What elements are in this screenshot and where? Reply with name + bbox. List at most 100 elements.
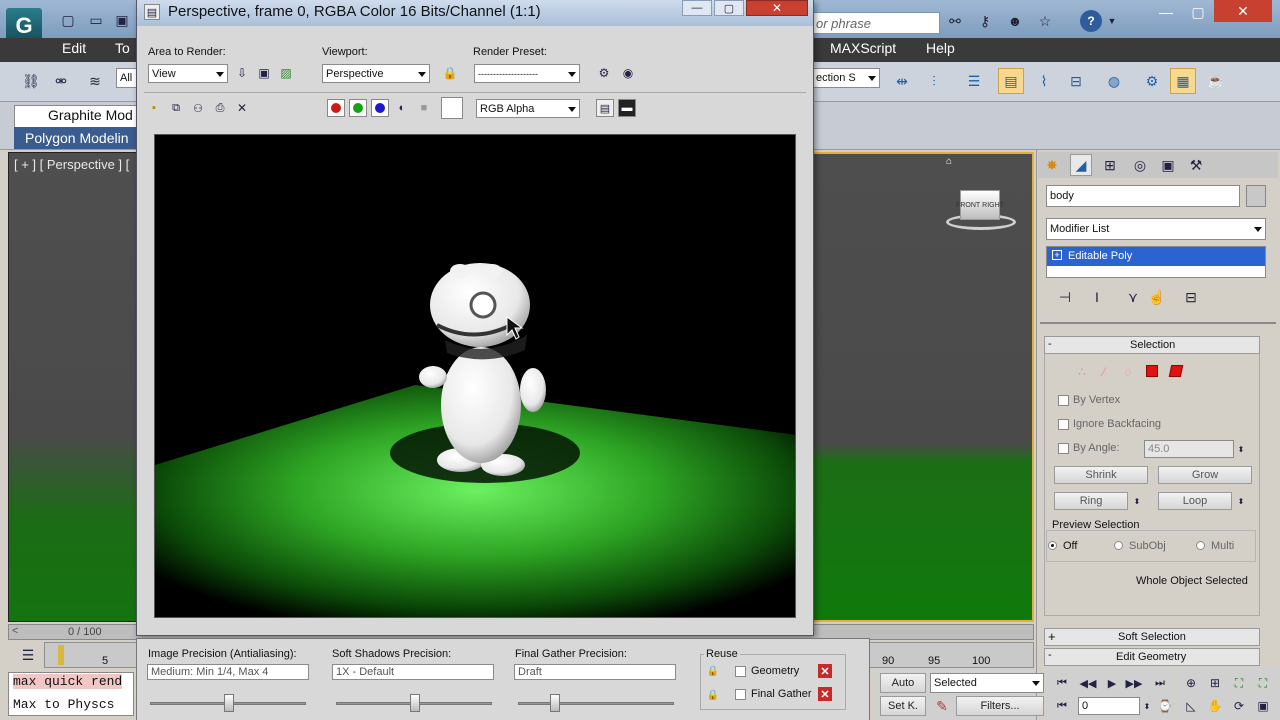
bind-space-warp-icon[interactable]: ≋ (84, 70, 106, 92)
rendered-image[interactable] (154, 134, 796, 618)
current-frame-field[interactable]: 0 (1078, 697, 1140, 715)
soft-shadows-field[interactable]: 1X - Default (332, 664, 494, 680)
render-icon[interactable]: ▨ (278, 65, 294, 81)
by-angle-checkbox[interactable] (1058, 443, 1069, 454)
render-close-icon[interactable]: ✕ (746, 0, 808, 16)
spinner-arrows-icon[interactable]: ⬍ (1236, 440, 1246, 458)
background-color-swatch[interactable] (441, 97, 463, 119)
zoom-all-icon[interactable]: ⊞ (1206, 674, 1224, 692)
frame-spinner-icon[interactable]: ⬍ (1142, 697, 1152, 715)
viewport-label[interactable]: [ + ] [ Perspective ] [ (14, 157, 129, 172)
curve-editor-icon[interactable]: ⌇ (1032, 70, 1056, 92)
hierarchy-tab-icon[interactable]: ⊞ (1100, 155, 1120, 175)
render-setup-small-icon[interactable]: ⚙ (596, 65, 612, 81)
utilities-tab-icon[interactable]: ⚒ (1186, 155, 1206, 175)
motion-tab-icon[interactable]: ◎ (1130, 155, 1150, 175)
area-to-render-dropdown[interactable]: View (148, 64, 228, 83)
go-to-start-icon[interactable]: ⏮ (1052, 674, 1072, 692)
play-icon[interactable]: ▶ (1102, 674, 1122, 692)
green-channel-toggle[interactable] (349, 99, 367, 117)
object-color-swatch[interactable] (1246, 185, 1266, 207)
modifier-list-dropdown[interactable]: Modifier List (1046, 218, 1266, 240)
mirror-icon[interactable]: ⇹ (890, 70, 914, 92)
reuse-final-gather-checkbox[interactable] (735, 689, 746, 700)
render-production-icon[interactable]: ☕ (1204, 70, 1228, 92)
ignore-backfacing-checkbox[interactable] (1058, 419, 1069, 430)
by-angle-spinner[interactable]: 45.0 (1144, 440, 1234, 458)
maximize-icon[interactable]: ▢ (1182, 2, 1214, 22)
render-maximize-icon[interactable]: ▢ (714, 0, 744, 16)
toggle-ui-icon[interactable]: ▬ (618, 99, 636, 117)
open-file-icon[interactable]: ▭ (86, 10, 106, 30)
auto-region-icon[interactable]: ▣ (256, 65, 272, 81)
schematic-view-icon[interactable]: ⊟ (1064, 70, 1088, 92)
preview-subobj-radio[interactable] (1114, 541, 1123, 550)
by-vertex-checkbox[interactable] (1058, 395, 1069, 406)
blue-channel-toggle[interactable] (371, 99, 389, 117)
element-mode-icon[interactable] (1168, 365, 1184, 377)
remove-modifier-icon[interactable]: ☝ (1148, 288, 1166, 306)
menu-maxscript[interactable]: MAXScript (830, 40, 896, 56)
trackbar-current-frame[interactable] (58, 645, 64, 665)
toggle-ribbon-icon[interactable]: ▤ (998, 68, 1024, 94)
soft-shadows-slider-thumb[interactable] (410, 694, 420, 712)
collapse-icon[interactable]: - (1048, 649, 1052, 661)
final-gather-slider-thumb[interactable] (550, 694, 560, 712)
lock-viewport-icon[interactable]: 🔒 (442, 65, 458, 81)
show-end-result-icon[interactable]: Ι (1088, 288, 1106, 306)
search-input[interactable]: or phrase (812, 12, 940, 34)
orbit-icon[interactable]: ⟳ (1230, 697, 1248, 715)
monochrome-icon[interactable]: ■ (416, 100, 432, 116)
viewport-left[interactable] (8, 152, 140, 622)
binoculars-icon[interactable]: ⚯ (944, 10, 966, 32)
make-unique-icon[interactable]: ⋎ (1124, 288, 1142, 306)
clear-icon[interactable]: ✕ (234, 100, 250, 116)
maximize-viewport-icon[interactable]: ▣ (1254, 697, 1272, 715)
viewport-select-dropdown[interactable]: Perspective (322, 64, 430, 83)
environment-icon[interactable]: ◉ (620, 65, 636, 81)
border-mode-icon[interactable]: ◌ (1120, 364, 1136, 380)
clear-final-gather-icon[interactable]: ✕ (818, 687, 832, 701)
render-preset-dropdown[interactable]: -------------------- (474, 64, 580, 83)
go-to-end-icon[interactable]: ⏭ (1150, 674, 1170, 692)
alpha-channel-icon[interactable]: ◐ (394, 100, 410, 116)
layer-manager-icon[interactable]: ☰ (962, 70, 986, 92)
home-icon[interactable]: ⌂ (942, 154, 956, 168)
zoom-extents-all-icon[interactable]: ⛶ (1254, 674, 1272, 692)
ring-spinner-icon[interactable]: ⬍ (1132, 492, 1142, 510)
menu-help[interactable]: Help (926, 40, 955, 56)
align-icon[interactable]: ⫶ (922, 70, 946, 92)
pin-stack-icon[interactable]: ⊣ (1056, 288, 1074, 306)
rendered-frame-icon[interactable]: ▦ (1170, 68, 1196, 94)
star-icon[interactable]: ☆ (1034, 10, 1056, 32)
collapse-icon[interactable]: - (1048, 338, 1052, 350)
image-precision-field[interactable]: Medium: Min 1/4, Max 4 (147, 664, 309, 680)
close-icon[interactable]: ✕ (1214, 0, 1272, 22)
loop-spinner-icon[interactable]: ⬍ (1236, 492, 1246, 510)
help-dropdown-icon[interactable]: ▼ (1106, 14, 1118, 28)
menu-edit[interactable]: Edit (62, 40, 86, 56)
pan-icon[interactable]: ✋ (1206, 697, 1224, 715)
selection-filter-dropdown[interactable]: All (116, 68, 138, 88)
grow-button[interactable]: Grow (1158, 466, 1252, 484)
print-image-icon[interactable]: ⎙ (212, 100, 228, 116)
preview-multi-radio[interactable] (1196, 541, 1205, 550)
ring-button[interactable]: Ring (1054, 492, 1128, 510)
key-filter-dropdown[interactable]: Selected (930, 673, 1044, 693)
key-mode-icon[interactable]: ⏮ (1052, 697, 1072, 715)
edit-region-icon[interactable]: ⇩ (234, 65, 250, 81)
minimize-icon[interactable]: — (1150, 2, 1182, 22)
loop-button[interactable]: Loop (1158, 492, 1232, 510)
object-name-field[interactable]: body (1046, 185, 1240, 207)
final-gather-slider-track[interactable] (518, 702, 674, 705)
time-slider-prev-icon[interactable]: < (12, 625, 18, 637)
expand-icon[interactable]: + (1048, 629, 1056, 644)
edge-mode-icon[interactable]: ⁄ (1096, 364, 1112, 380)
person-icon[interactable]: ☻ (1004, 10, 1026, 32)
image-precision-slider-thumb[interactable] (224, 694, 234, 712)
previous-frame-icon[interactable]: ◀◀ (1078, 674, 1098, 692)
time-config-icon[interactable]: ⌚ (1156, 697, 1174, 715)
select-link-icon[interactable]: ⛓ (20, 70, 42, 92)
display-tab-icon[interactable]: ▣ (1158, 155, 1178, 175)
configure-sets-icon[interactable]: ⊟ (1182, 288, 1200, 306)
